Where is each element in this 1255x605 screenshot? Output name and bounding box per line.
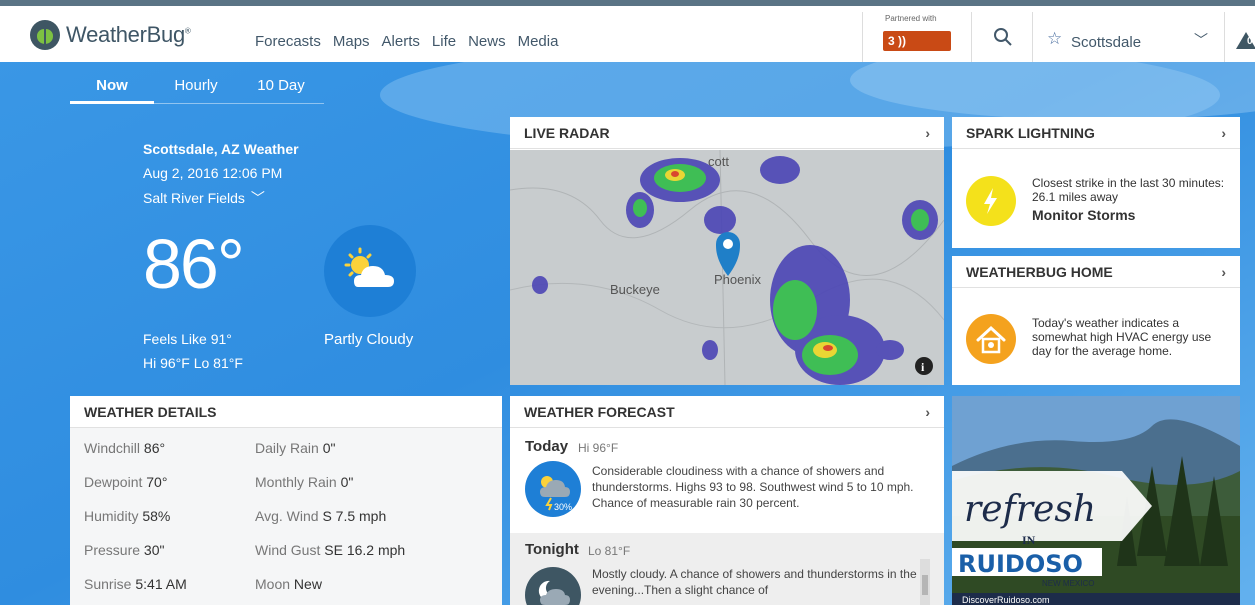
location-selector[interactable]: ☆ Scottsdale ﹀ [1034, 12, 1225, 62]
favorite-star-icon[interactable]: ☆ [1047, 30, 1062, 47]
chevron-right-icon[interactable]: › [925, 404, 930, 420]
details-header: WEATHER DETAILS [70, 396, 502, 428]
partner-logo: 3 )) [883, 31, 951, 51]
detail-monthly-rain: Monthly Rain 0" [255, 474, 354, 490]
thunderstorm-icon: 30% [525, 461, 581, 517]
period-temp: Hi 96°F [578, 441, 619, 455]
chevron-right-icon[interactable]: › [1221, 125, 1226, 141]
detail-humidity: Humidity 58% [84, 508, 171, 524]
monitor-storms-link[interactable]: Monitor Storms [1032, 208, 1227, 222]
chevron-right-icon[interactable]: › [1221, 264, 1226, 280]
chevron-down-icon: ﹀ [250, 190, 265, 206]
tab-now[interactable]: Now [70, 76, 154, 104]
weatherbug-home-card[interactable]: WEATHERBUG HOME › Today's weather indicat… [952, 256, 1240, 385]
partly-cloudy-icon [324, 225, 416, 317]
observation-time: Aug 2, 2016 12:06 PM [143, 165, 283, 181]
ad-url: DiscoverRuidoso.com [962, 595, 1050, 605]
spark-header[interactable]: SPARK LIGHTNING › [952, 117, 1240, 149]
location-title: Scottsdale, AZ Weather [143, 141, 299, 157]
hi-lo-temperature: Hi 96°F Lo 81°F [143, 355, 243, 371]
radar-map-graphic: Buckeye Phoenix cott i [510, 150, 944, 385]
period-temp: Lo 81°F [588, 544, 631, 558]
detail-pressure: Pressure 30" [84, 542, 165, 558]
search-icon [994, 28, 1012, 46]
forecast-header[interactable]: WEATHER FORECAST › [510, 396, 944, 428]
condition-description: Partly Cloudy [324, 331, 414, 348]
wbhome-message: Today's weather indicates a somewhat hig… [1032, 316, 1212, 358]
radar-header[interactable]: LIVE RADAR › [510, 117, 944, 149]
forecast-period-tonight: Tonight Lo 81°F Mostly cloudy. A chance … [510, 533, 944, 605]
bug-logo-icon [30, 20, 60, 50]
weather-forecast-card[interactable]: WEATHER FORECAST › Today Hi 96°F 30% Cons… [510, 396, 944, 605]
period-name: Tonight [525, 541, 579, 558]
partner-badge[interactable]: Partnered with 3 )) [862, 12, 972, 62]
station-selector[interactable]: Salt River Fields ﹀ [143, 188, 265, 208]
night-storm-icon [525, 567, 581, 605]
wbhome-header[interactable]: WEATHERBUG HOME › [952, 256, 1240, 288]
forecast-tabs: Now Hourly 10 Day [70, 76, 324, 104]
top-navigation-bar: WeatherBug® Forecasts Maps Alerts Life N… [0, 0, 1255, 62]
location-name: Scottsdale [1071, 34, 1142, 51]
advertisement[interactable]: refresh IN RUIDOSO NEW MEXICO DiscoverRu… [952, 396, 1240, 605]
detail-wind-gust: Wind Gust SE 16.2 mph [255, 542, 406, 558]
map-label-prescott: cott [708, 154, 729, 169]
partner-label: Partnered with [885, 14, 937, 23]
map-label-phoenix: Phoenix [714, 272, 761, 287]
info-icon[interactable]: i [915, 357, 933, 375]
chevron-right-icon[interactable]: › [925, 125, 930, 141]
detail-sunrise: Sunrise 5:41 AM [84, 576, 187, 592]
weatherbug-logo[interactable]: WeatherBug® [30, 20, 191, 50]
nav-forecasts[interactable]: Forecasts [255, 33, 321, 50]
detail-moon: Moon New [255, 576, 322, 592]
tab-10-day[interactable]: 10 Day [238, 76, 324, 104]
detail-avg-wind: Avg. Wind S 7.5 mph [255, 508, 387, 524]
tab-hourly[interactable]: Hourly [154, 76, 238, 104]
nav-maps[interactable]: Maps [333, 33, 370, 50]
ad-place: RUIDOSO [958, 550, 1083, 578]
main-nav: Forecasts Maps Alerts Life News Media [255, 33, 570, 50]
feels-like: Feels Like 91° [143, 331, 232, 347]
nav-life[interactable]: Life [432, 33, 456, 50]
lightning-bolt-icon [966, 176, 1016, 226]
map-label-buckeye: Buckeye [610, 282, 660, 297]
nav-alerts[interactable]: Alerts [382, 33, 420, 50]
home-hvac-icon [966, 314, 1016, 364]
detail-daily-rain: Daily Rain 0" [255, 440, 336, 456]
ad-headline: refresh [964, 489, 1096, 530]
ad-in: IN [1022, 533, 1036, 547]
forecast-period-today: Today Hi 96°F 30% Considerable cloudines… [510, 429, 944, 533]
live-radar-card[interactable]: LIVE RADAR › Buckeye Phoenix cott i [510, 117, 944, 385]
ad-artwork: refresh IN RUIDOSO NEW MEXICO DiscoverRu… [952, 396, 1240, 605]
radar-map[interactable]: Buckeye Phoenix cott i [510, 150, 944, 385]
scrollbar[interactable] [920, 559, 930, 605]
spark-lightning-card[interactable]: SPARK LIGHTNING › Closest strike in the l… [952, 117, 1240, 248]
chevron-down-icon: ﹀ [1194, 32, 1208, 48]
nav-media[interactable]: Media [518, 33, 559, 50]
search-button[interactable] [973, 12, 1033, 62]
current-temperature: 86° [143, 225, 245, 303]
rain-chance: 30% [554, 502, 572, 512]
weather-details-card: WEATHER DETAILS Windchill 86° Dewpoint 7… [70, 396, 502, 605]
period-description: Considerable cloudiness with a chance of… [592, 464, 914, 510]
nav-news[interactable]: News [468, 33, 506, 50]
ad-region: NEW MEXICO [1042, 579, 1094, 588]
period-description: Mostly cloudy. A chance of showers and t… [592, 567, 917, 597]
detail-windchill: Windchill 86° [84, 440, 166, 456]
detail-dewpoint: Dewpoint 70° [84, 474, 168, 490]
scrollbar-thumb[interactable] [922, 575, 928, 595]
alerts-warning-icon[interactable]: 0 [1236, 32, 1255, 49]
brand-name: WeatherBug® [66, 22, 191, 47]
period-name: Today [525, 438, 569, 455]
spark-message: Closest strike in the last 30 minutes: 2… [1032, 176, 1227, 222]
